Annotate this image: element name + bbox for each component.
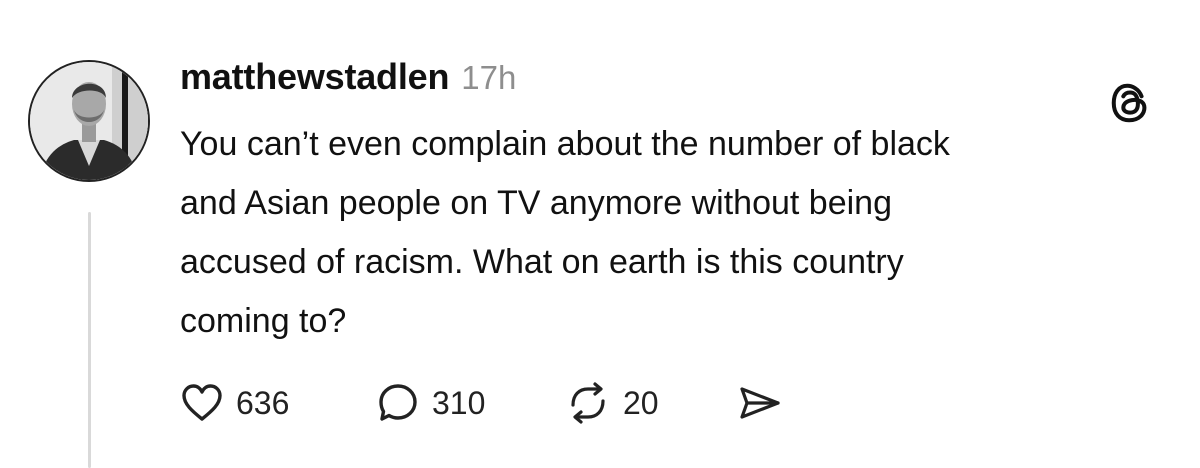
post-body: You can’t even complain about the number… xyxy=(180,115,1180,351)
heart-icon xyxy=(182,384,222,421)
reply-count: 310 xyxy=(432,384,486,421)
reply-button[interactable]: 310 xyxy=(376,378,485,428)
post-text-line: and Asian people on TV anymore without b… xyxy=(180,184,892,222)
avatar-photo xyxy=(30,62,148,180)
send-icon xyxy=(740,387,780,419)
repost-count: 20 xyxy=(623,384,659,421)
speech-bubble-icon xyxy=(379,384,417,421)
avatar[interactable] xyxy=(28,60,150,182)
threads-post: matthewstadlen 17h You can’t even compla… xyxy=(0,0,1200,468)
author-username[interactable]: matthewstadlen xyxy=(180,56,449,98)
repost-arrows-icon xyxy=(571,382,605,424)
post-text-line: You can’t even complain about the number… xyxy=(180,125,950,163)
post-timestamp[interactable]: 17h xyxy=(461,59,516,97)
repost-button[interactable]: 20 xyxy=(565,378,659,428)
post-header: matthewstadlen 17h xyxy=(180,56,516,98)
like-button[interactable]: 636 xyxy=(180,378,289,428)
share-button[interactable] xyxy=(736,378,784,428)
like-count: 636 xyxy=(236,384,290,421)
action-bar: 636 310 20 xyxy=(180,378,820,428)
thread-connector-line xyxy=(88,212,91,468)
post-text-line: accused of racism. What on earth is this… xyxy=(180,243,904,281)
post-text-line: coming to? xyxy=(180,302,347,340)
